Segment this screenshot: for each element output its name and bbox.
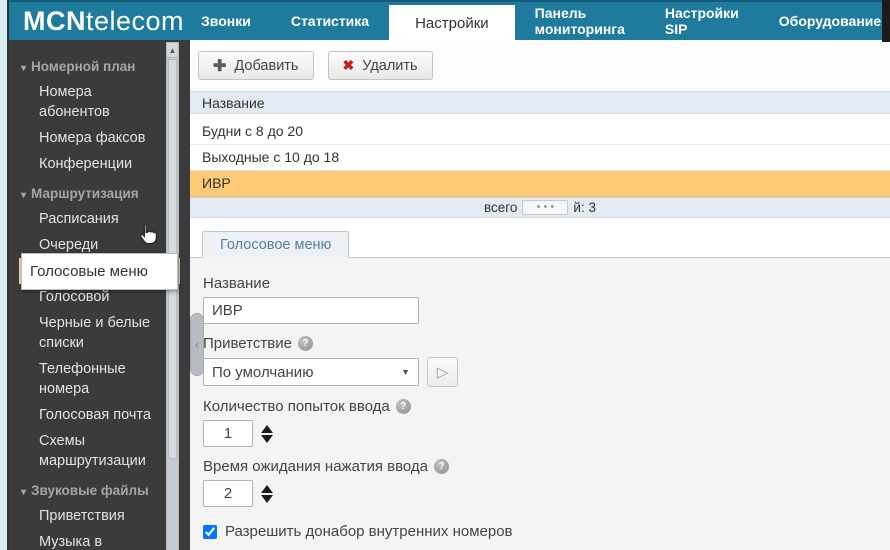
app-window: MCNtelecom Звонки Статистика Настройки П…: [0, 0, 890, 550]
window-corner-strip: [882, 0, 890, 42]
main-nav: Звонки Статистика Настройки Панель монит…: [181, 2, 890, 40]
table-column-header[interactable]: Название: [190, 91, 890, 114]
sidebar-item-fax-numbers[interactable]: Номера факсов: [19, 125, 160, 151]
name-input[interactable]: [203, 297, 419, 324]
add-button[interactable]: ✚ Добавить: [198, 51, 314, 80]
chevron-down-icon: ▼: [401, 367, 410, 377]
tab-voice-menu[interactable]: Голосовое меню: [202, 231, 349, 258]
table-row[interactable]: Выходные с 10 до 18: [190, 145, 890, 171]
sidebar-item-phone-numbers[interactable]: Телефонные номера: [19, 356, 160, 402]
sidebar-section-label: Номерной план: [31, 59, 135, 74]
pagination-text-after: й: 3: [573, 200, 596, 215]
attempts-input[interactable]: [203, 420, 253, 447]
detail-panel: Голосовое меню Название Приветствие ?: [190, 230, 890, 550]
nav-tab-statistics[interactable]: Статистика: [271, 2, 389, 40]
allow-extension-dial-label: Разрешить донабор внутренних номеров: [225, 523, 513, 540]
window-left-margin: [0, 0, 7, 550]
sidebar: ▾ Номерной план Номера абонентов Номера ф…: [9, 40, 190, 550]
nav-tab-calls[interactable]: Звонки: [181, 2, 271, 40]
plus-icon: ✚: [213, 56, 226, 76]
nav-tab-equipment[interactable]: Оборудование: [759, 2, 890, 40]
pagination-bar: всего ••• й: 3: [190, 197, 890, 218]
sidebar-item-greetings[interactable]: Приветствия: [19, 503, 160, 529]
spin-down-icon[interactable]: [261, 495, 273, 503]
loading-dots-indicator: •••: [522, 200, 568, 215]
sidebar-section-number-plan[interactable]: ▾ Номерной план: [19, 54, 160, 79]
sidebar-collapse-handle[interactable]: ‹: [190, 313, 204, 376]
spin-up-icon[interactable]: [261, 485, 273, 493]
play-icon: ▷: [437, 363, 449, 381]
greeting-selected-value: По умолчанию: [212, 364, 313, 381]
allow-extension-dial-checkbox[interactable]: [203, 525, 217, 539]
nav-tab-settings[interactable]: Настройки: [389, 5, 515, 43]
sidebar-section-label: Звуковые файлы: [31, 483, 149, 498]
voice-menu-form: Название Приветствие ? По умолчанию ▼: [190, 258, 890, 550]
sidebar-item-voicemail[interactable]: Голосовая почта: [19, 402, 160, 428]
greeting-select[interactable]: По умолчанию ▼: [203, 358, 419, 386]
detail-tabbar: Голосовое меню: [190, 230, 890, 258]
table-row-selected[interactable]: ИВР: [190, 171, 890, 197]
triangle-down-icon: ▾: [21, 487, 26, 498]
triangle-down-icon: ▾: [21, 63, 26, 74]
timeout-field-label: Время ожидания нажатия ввода ?: [203, 458, 890, 475]
content-area: ✚ Добавить ✖ Удалить Название Будни с 8 …: [190, 40, 890, 550]
table-row[interactable]: Будни с 8 до 20: [190, 119, 890, 145]
top-navbar: MCNtelecom Звонки Статистика Настройки П…: [9, 0, 890, 40]
help-icon[interactable]: ?: [396, 399, 411, 414]
sidebar-section-label: Маршрутизация: [31, 186, 139, 201]
name-field-label: Название: [203, 275, 890, 292]
nav-tab-monitoring-panel[interactable]: Панель мониторинга: [515, 2, 645, 40]
play-greeting-button[interactable]: ▷: [427, 357, 458, 387]
logo-bold-part: MCN: [23, 6, 86, 37]
delete-x-icon: ✖: [343, 57, 355, 74]
sidebar-tooltip: Голосовые меню: [21, 253, 178, 290]
sidebar-item-routing-schemes[interactable]: Схемы маршрутизации: [19, 428, 160, 474]
spin-up-icon[interactable]: [261, 425, 273, 433]
sidebar-item-subscriber-numbers[interactable]: Номера абонентов: [19, 79, 160, 125]
sidebar-item-queue-music[interactable]: Музыка в очереди: [19, 529, 160, 550]
delete-button-label: Удалить: [362, 58, 417, 74]
add-button-label: Добавить: [234, 58, 298, 74]
timeout-input[interactable]: [203, 480, 253, 507]
hand-cursor-icon: [135, 222, 161, 248]
greeting-field-label: Приветствие ?: [203, 335, 890, 352]
help-icon[interactable]: ?: [298, 336, 313, 351]
help-icon[interactable]: ?: [434, 459, 449, 474]
delete-button[interactable]: ✖ Удалить: [328, 51, 433, 80]
attempts-field-label: Количество попыток ввода ?: [203, 398, 890, 415]
timeout-stepper[interactable]: [261, 485, 273, 503]
sidebar-item-conferences[interactable]: Конференции: [19, 151, 160, 177]
nav-tab-sip-settings[interactable]: Настройки SIP: [645, 2, 759, 40]
brand-logo[interactable]: MCNtelecom: [9, 2, 181, 40]
chevron-left-icon: ‹: [195, 337, 199, 352]
triangle-down-icon: ▾: [21, 190, 26, 201]
pagination-text-before: всего: [484, 200, 517, 215]
scroll-up-icon[interactable]: ▲: [167, 43, 178, 58]
toolbar: ✚ Добавить ✖ Удалить: [190, 40, 890, 91]
logo-rest-part: telecom: [86, 6, 184, 37]
attempts-stepper[interactable]: [261, 425, 273, 443]
sidebar-item-black-white-lists[interactable]: Черные и белые списки: [19, 310, 160, 356]
app-frame: MCNtelecom Звонки Статистика Настройки П…: [7, 0, 890, 550]
sidebar-section-sound-files[interactable]: ▾ Звуковые файлы: [19, 478, 160, 503]
sidebar-section-routing[interactable]: ▾ Маршрутизация: [19, 181, 160, 206]
sidebar-tree: ▾ Номерной план Номера абонентов Номера ф…: [9, 40, 190, 550]
sidebar-scrollbar[interactable]: ▲: [166, 42, 179, 550]
spin-down-icon[interactable]: [261, 435, 273, 443]
